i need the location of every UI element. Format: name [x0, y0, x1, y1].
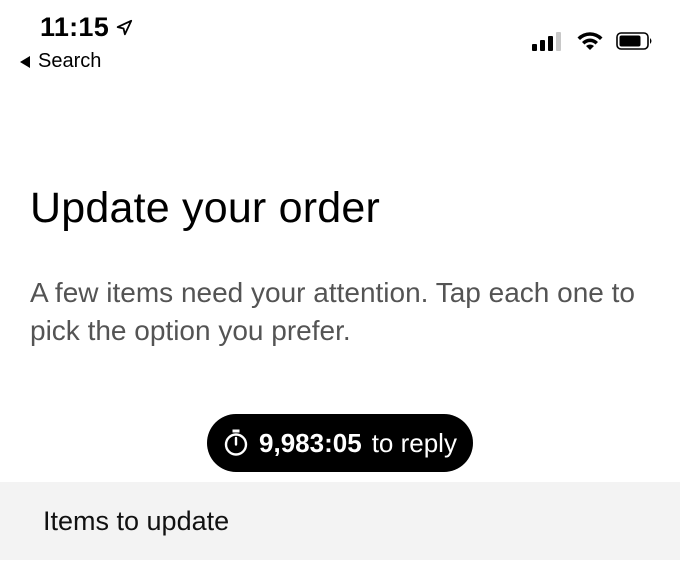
page-subtitle: A few items need your attention. Tap eac… [30, 277, 635, 346]
wifi-icon [577, 32, 603, 50]
timer-count: 9,983:05 [259, 427, 362, 458]
back-arrow-icon [20, 55, 30, 68]
cellular-signal-icon [532, 32, 561, 51]
items-to-update-header: Items to update [0, 482, 680, 560]
stopwatch-icon [224, 429, 248, 456]
location-arrow-icon [116, 19, 133, 35]
reply-timer-badge: 9,983:05 to reply [207, 414, 473, 472]
status-icons [532, 30, 654, 52]
back-label: Search [38, 50, 102, 72]
timer-suffix: to reply [371, 427, 457, 458]
page-title: Update your order [30, 184, 380, 232]
battery-icon [616, 32, 652, 50]
back-to-search-link[interactable]: Search [18, 50, 101, 73]
status-bar: 11:15 Search [0, 0, 680, 80]
section-header-label: Items to update [43, 506, 230, 536]
status-time-group: 11:15 [40, 12, 133, 43]
status-time: 11:15 [40, 12, 110, 42]
